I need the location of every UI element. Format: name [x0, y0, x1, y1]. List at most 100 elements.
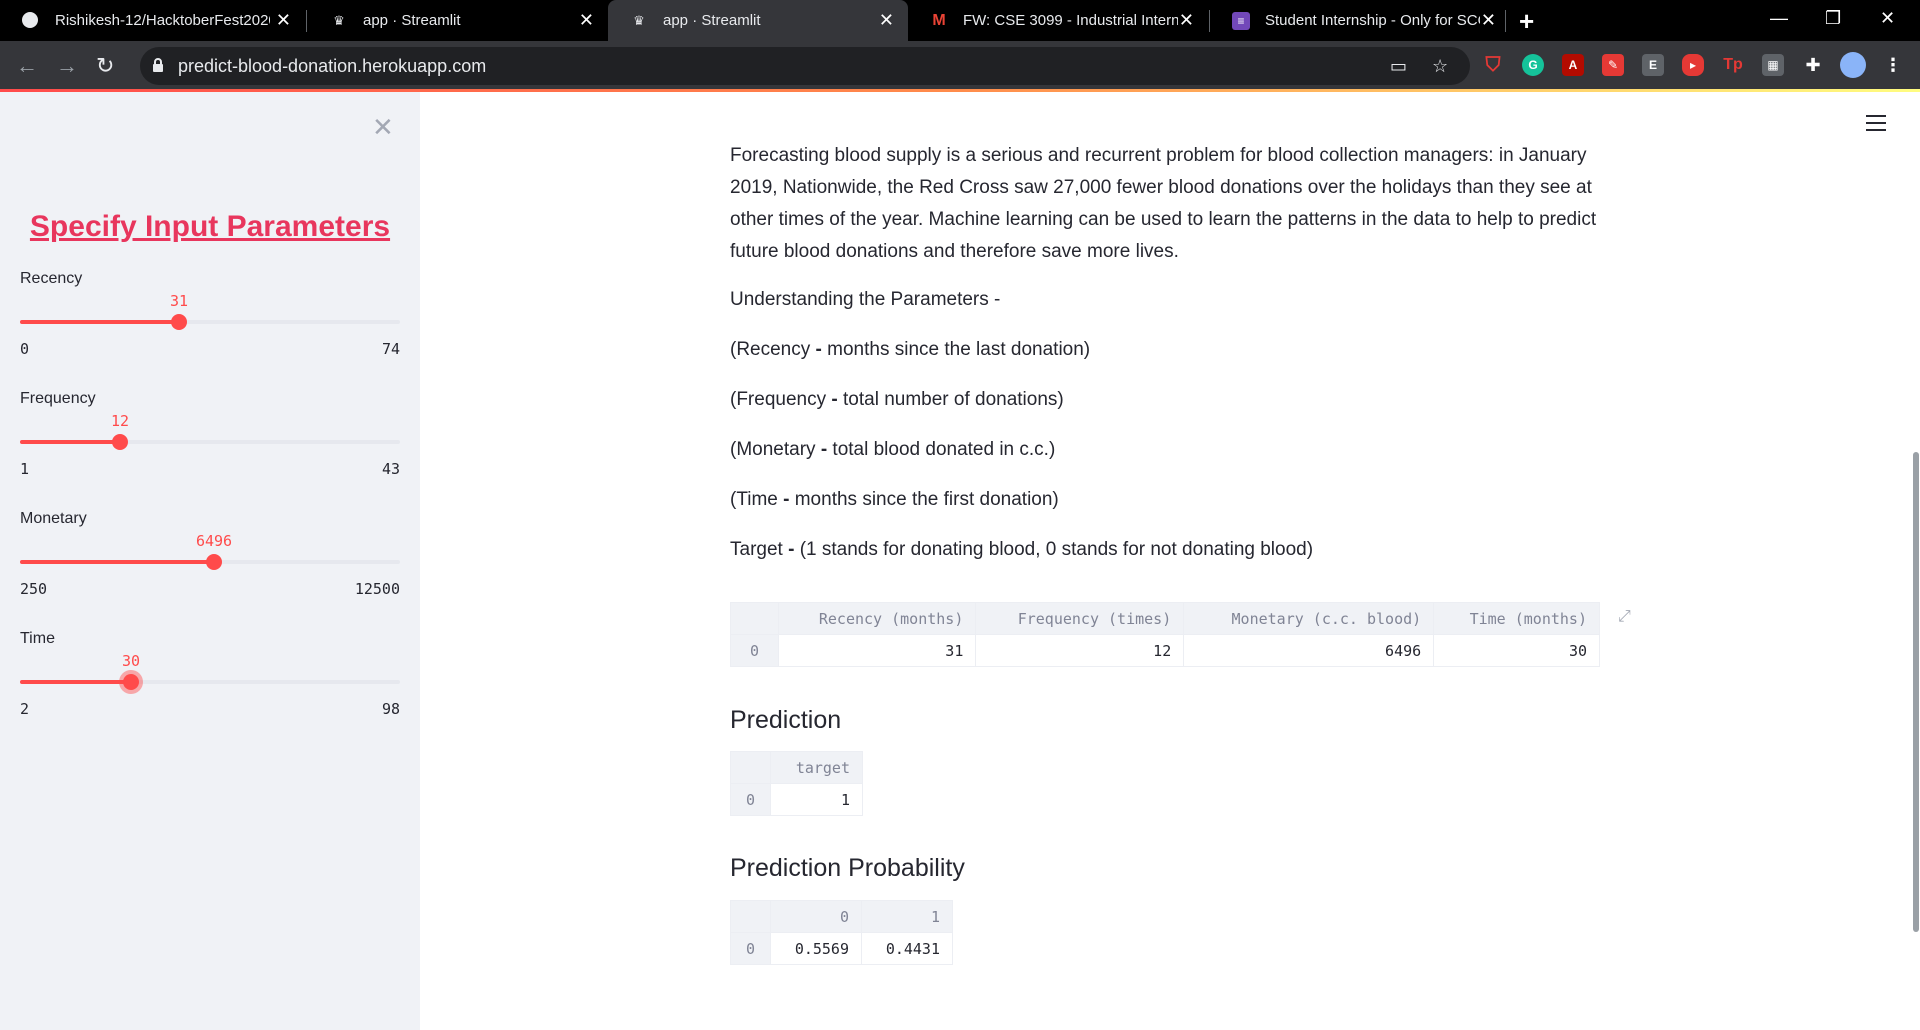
close-window-icon[interactable]: ✕: [1880, 8, 1895, 29]
table-row: 0 0.5569 0.4431: [730, 932, 953, 965]
param-monetary: (Monetary - total blood donated in c.c.): [730, 439, 1056, 460]
forward-icon[interactable]: →: [56, 53, 78, 79]
lock-icon: [152, 57, 164, 73]
close-tab-icon[interactable]: ✕: [579, 10, 594, 31]
close-tab-icon[interactable]: ✕: [879, 10, 894, 31]
slider-fill: [20, 680, 131, 684]
param-desc: total number of donations): [837, 389, 1064, 410]
param-desc: months since the first donation): [789, 489, 1059, 510]
profile-avatar[interactable]: [1840, 52, 1866, 78]
browser-tab-gmail[interactable]: M FW: CSE 3099 - Industrial Internsh ✕: [908, 0, 1208, 41]
row-index: 0: [730, 634, 779, 667]
table-header-row: target: [730, 751, 863, 784]
param-name: (Time: [730, 489, 778, 510]
slider-min: 0: [20, 340, 30, 358]
slider-range: 1 43: [20, 460, 400, 478]
sidebar-title: Specify Input Parameters: [29, 210, 391, 243]
extension-e-icon[interactable]: E: [1642, 54, 1664, 76]
grammarly-icon[interactable]: G: [1522, 54, 1544, 76]
browser-tab-github[interactable]: Rishikesh-12/HacktoberFest2020 ✕: [0, 0, 305, 41]
slider-frequency: Frequency 12 1 43: [20, 390, 400, 478]
extensions-puzzle-icon[interactable]: ✚: [1802, 54, 1824, 76]
tab-title: FW: CSE 3099 - Industrial Internsh: [963, 12, 1178, 29]
close-tab-icon[interactable]: ✕: [1179, 10, 1194, 31]
slider-label: Frequency: [20, 390, 96, 407]
cast-icon[interactable]: ▭: [1390, 56, 1407, 77]
gmail-icon: M: [932, 12, 946, 29]
input-dataframe[interactable]: Recency (months) Frequency (times) Monet…: [730, 602, 1600, 667]
slider-fill: [20, 440, 120, 444]
param-recency: (Recency - months since the last donatio…: [730, 339, 1091, 360]
table-cell: 0.5569: [770, 932, 862, 965]
prediction-heading: Prediction: [730, 706, 842, 734]
browser-tab-streamlit-1[interactable]: ♛ app · Streamlit ✕: [308, 0, 608, 41]
table-cell: 12: [975, 634, 1185, 667]
index-header: [730, 900, 771, 933]
highlighter-icon[interactable]: ✎: [1602, 54, 1624, 76]
fullscreen-expand-icon[interactable]: ⤢: [1618, 608, 1631, 626]
slider-min: 1: [20, 460, 30, 478]
bookmark-star-icon[interactable]: ☆: [1432, 56, 1448, 77]
probability-dataframe[interactable]: 0 1 0 0.5569 0.4431: [730, 900, 953, 965]
main-content: Forecasting blood supply is a serious an…: [730, 140, 1610, 586]
browser-tab-streamlit-active[interactable]: ♛ app · Streamlit ✕: [608, 0, 908, 41]
tab-title: app · Streamlit: [663, 12, 761, 29]
slider-thumb[interactable]: [206, 554, 222, 570]
column-header: 1: [861, 900, 953, 933]
table-cell: 6496: [1183, 634, 1435, 667]
calendar-icon[interactable]: ▦: [1762, 54, 1784, 76]
menu-dots-icon[interactable]: ⋮: [1882, 54, 1904, 76]
column-header: 0: [770, 900, 862, 933]
intro-paragraph: Forecasting blood supply is a serious an…: [730, 145, 1597, 262]
browser-tab-forms[interactable]: ≡ Student Internship - Only for SCO ✕: [1210, 0, 1510, 41]
restore-icon[interactable]: ❐: [1825, 8, 1841, 29]
row-index: 0: [730, 932, 771, 965]
close-tab-icon[interactable]: ✕: [1481, 10, 1496, 31]
index-header: [730, 751, 771, 784]
slider-monetary: Monetary 6496 250 12500: [20, 510, 400, 598]
slider-value: 6496: [195, 532, 233, 550]
close-tab-icon[interactable]: ✕: [276, 10, 291, 31]
table-row: 0 1: [730, 783, 863, 816]
pdf-icon[interactable]: A: [1562, 54, 1584, 76]
slider-max: 98: [381, 700, 400, 718]
slider-track[interactable]: [20, 434, 400, 450]
table-cell: 30: [1433, 634, 1600, 667]
param-target: Target - (1 stands for donating blood, 0…: [730, 539, 1314, 560]
slider-fill: [20, 560, 214, 564]
param-desc: months since the last donation): [821, 339, 1091, 360]
minimize-icon[interactable]: —: [1770, 8, 1788, 29]
slider-thumb[interactable]: [171, 314, 187, 330]
video-icon[interactable]: ▸: [1682, 54, 1704, 76]
column-header: Monetary (c.c. blood): [1183, 602, 1435, 635]
sidebar-close-icon[interactable]: ✕: [372, 112, 394, 143]
column-header: Frequency (times): [975, 602, 1185, 635]
slider-track[interactable]: [20, 674, 400, 690]
table-cell: 1: [770, 783, 863, 816]
tp-icon[interactable]: Tp: [1722, 54, 1744, 76]
back-icon[interactable]: ←: [16, 53, 38, 79]
tab-title: Student Internship - Only for SCO: [1265, 12, 1480, 29]
slider-track[interactable]: [20, 314, 400, 330]
column-header: target: [770, 751, 863, 784]
slider-max: 74: [381, 340, 400, 358]
slider-min: 250: [20, 580, 48, 598]
slider-max: 43: [381, 460, 400, 478]
slider-recency: Recency 31 0 74: [20, 270, 400, 358]
address-bar[interactable]: predict-blood-donation.herokuapp.com ▭ ☆: [140, 47, 1470, 85]
brave-shield-icon[interactable]: ⛉: [1482, 54, 1504, 76]
slider-range: 2 98: [20, 700, 400, 718]
prediction-dataframe[interactable]: target 0 1: [730, 751, 863, 816]
tab-title: Rishikesh-12/HacktoberFest2020: [55, 12, 270, 29]
param-time: (Time - months since the first donation): [730, 489, 1059, 510]
new-tab-icon[interactable]: +: [1519, 6, 1534, 37]
slider-thumb[interactable]: [123, 674, 139, 690]
vertical-scrollbar[interactable]: [1913, 452, 1919, 932]
streamlit-icon: ♛: [333, 13, 345, 28]
slider-thumb[interactable]: [112, 434, 128, 450]
slider-track[interactable]: [20, 554, 400, 570]
column-header: Time (months): [1433, 602, 1600, 635]
reload-icon[interactable]: ↻: [96, 53, 114, 79]
slider-min: 2: [20, 700, 30, 718]
main-menu-icon[interactable]: [1866, 115, 1886, 136]
